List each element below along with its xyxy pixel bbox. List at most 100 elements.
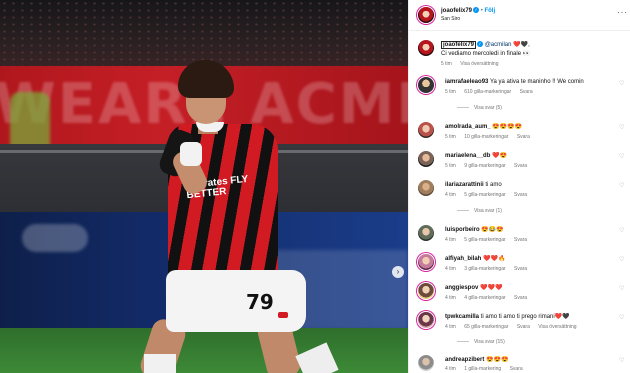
comment-username[interactable]: ilariazarattinii xyxy=(445,182,484,188)
caption-translation[interactable]: Visa översättning xyxy=(460,61,498,67)
comment-time[interactable]: 5 tim xyxy=(445,89,456,95)
comment-line: anggiespov ❤️❤️❤️ xyxy=(445,284,621,292)
post-header: joaofelix79 ✓ • Följ xyxy=(441,7,496,14)
header-divider xyxy=(409,30,630,31)
comment-likes[interactable]: 610 gilla-markeringar xyxy=(464,89,511,95)
caption-username[interactable]: joaofelix79 xyxy=(441,41,477,49)
comment-text: 😍😍😍😍 xyxy=(492,124,523,130)
comment-username[interactable]: mariaelena__db xyxy=(445,153,490,159)
reply-button[interactable]: Svara xyxy=(517,324,530,330)
comment-time[interactable]: 4 tim xyxy=(445,266,456,272)
comment-likes[interactable]: 10 gilla-markeringar xyxy=(464,134,508,140)
reply-button[interactable]: Svara xyxy=(514,266,527,272)
view-replies-button[interactable]: Visa svar (5) xyxy=(457,105,502,111)
comment-avatar[interactable] xyxy=(418,254,434,270)
comment-meta: 5 tim 9 gilla-markeringar Svara xyxy=(445,163,534,169)
comment-text: ❤️❤️🔥 xyxy=(483,256,506,262)
chevron-right-icon[interactable]: › xyxy=(392,266,404,278)
view-replies-button[interactable]: Visa svar (1) xyxy=(457,208,502,214)
comment-translation[interactable]: Visa översättning xyxy=(538,324,576,330)
caption-mention[interactable]: @acmilan xyxy=(485,42,512,48)
post-location[interactable]: San Siro xyxy=(441,16,460,22)
comment-line: luisporbeiro 😍😂😍 xyxy=(445,226,621,234)
heart-icon[interactable]: ♡ xyxy=(619,314,624,321)
comment-text: 😍😍😍 xyxy=(486,357,509,363)
comment-username[interactable]: tpwkcamilla xyxy=(445,314,479,320)
comment-time[interactable]: 4 tim xyxy=(445,366,456,372)
comment-text: ti amo ti amo ti prego rimani❤️🖤 xyxy=(480,314,570,320)
player-shorts xyxy=(166,270,306,332)
comment-line: mariaelena__db ❤️😍 xyxy=(445,152,621,160)
shorts-logo xyxy=(278,312,288,318)
comment-time[interactable]: 4 tim xyxy=(445,324,456,330)
comment-text: 😍😂😍 xyxy=(481,227,504,233)
comment-username[interactable]: anggiespov xyxy=(445,285,478,291)
heart-icon[interactable]: ♡ xyxy=(619,227,624,234)
reply-button[interactable]: Svara xyxy=(520,89,533,95)
comment-username[interactable]: luisporbeiro xyxy=(445,227,480,233)
comment-time[interactable]: 5 tim xyxy=(445,163,456,169)
ellipsis-icon[interactable]: ··· xyxy=(617,8,628,17)
comment-username[interactable]: alfiyah_bilah xyxy=(445,256,481,262)
player-left-sock xyxy=(144,354,176,373)
comment-line: iamrafaeleao93 Ya ya ativa te maninho !!… xyxy=(445,78,621,86)
comment-likes[interactable]: 9 gilla-markeringar xyxy=(464,163,505,169)
reply-button[interactable]: Svara xyxy=(514,163,527,169)
comment-text: ti amo xyxy=(485,182,502,188)
comment-avatar[interactable] xyxy=(418,312,434,328)
verified-badge-icon: ✓ xyxy=(473,7,480,14)
reply-button[interactable]: Svara xyxy=(514,192,527,198)
comment-line: tpwkcamilla ti amo ti amo ti prego riman… xyxy=(445,313,621,321)
comment-line: alfiyah_bilah ❤️❤️🔥 xyxy=(445,255,621,263)
caption-emoji: ❤️🖤, xyxy=(513,42,530,48)
heart-icon[interactable]: ♡ xyxy=(619,80,624,87)
caption-avatar[interactable] xyxy=(418,40,434,56)
comment-time[interactable]: 4 tim xyxy=(445,237,456,243)
comment-avatar[interactable] xyxy=(418,180,434,196)
comment-likes[interactable]: 65 gilla-markeringar xyxy=(464,324,508,330)
comment-likes[interactable]: 5 gilla-markeringar xyxy=(464,192,505,198)
heart-icon[interactable]: ♡ xyxy=(619,357,624,364)
heart-icon[interactable]: ♡ xyxy=(619,124,624,131)
comment-avatar[interactable] xyxy=(418,283,434,299)
reply-button[interactable]: Svara xyxy=(514,295,527,301)
comment-time[interactable]: 4 tim xyxy=(445,192,456,198)
caption-meta: 5 tim Visa översättning xyxy=(441,61,506,67)
author-avatar[interactable] xyxy=(418,7,434,23)
comment-likes[interactable]: 4 gilla-markeringar xyxy=(464,295,505,301)
player-right-sock xyxy=(295,342,339,373)
comment-likes[interactable]: 1 gilla-markering xyxy=(464,366,501,372)
comment-text: ❤️😍 xyxy=(492,153,507,159)
reply-button[interactable]: Svara xyxy=(514,237,527,243)
comment-time[interactable]: 4 tim xyxy=(445,295,456,301)
reply-button[interactable]: Svara xyxy=(517,134,530,140)
heart-icon[interactable]: ♡ xyxy=(619,256,624,263)
comment-avatar[interactable] xyxy=(418,225,434,241)
comment-avatar[interactable] xyxy=(418,355,434,371)
caption-line-1: joaofelix79 ✓ @acmilan ❤️🖤, xyxy=(441,41,617,49)
comment-likes[interactable]: 3 gilla-markeringar xyxy=(464,266,505,272)
view-replies-label[interactable]: Visa svar (15) xyxy=(474,339,505,345)
view-replies-button[interactable]: Visa svar (15) xyxy=(457,339,505,345)
caption-text: Ci vediamo mercoledi in finale 👀 xyxy=(441,51,531,57)
heart-icon[interactable]: ♡ xyxy=(619,182,624,189)
comment-username[interactable]: iamrafaeleao93 xyxy=(445,79,488,85)
heart-icon[interactable]: ♡ xyxy=(619,153,624,160)
comment-username[interactable]: amolrada_aum_ xyxy=(445,124,491,130)
reply-button[interactable]: Svara xyxy=(510,366,523,372)
comment-line: amolrada_aum_ 😍😍😍😍 xyxy=(445,123,621,131)
comment-username[interactable]: andreapzibert xyxy=(445,357,484,363)
comment-avatar[interactable] xyxy=(418,77,434,93)
comment-likes[interactable]: 5 gilla-markeringar xyxy=(464,237,505,243)
caption-time[interactable]: 5 tim xyxy=(441,61,452,67)
comment-time[interactable]: 5 tim xyxy=(445,134,456,140)
author-username[interactable]: joaofelix79 xyxy=(441,8,472,14)
view-replies-label[interactable]: Visa svar (5) xyxy=(474,105,502,111)
comment-avatar[interactable] xyxy=(418,122,434,138)
heart-icon[interactable]: ♡ xyxy=(619,285,624,292)
follow-button[interactable]: Följ xyxy=(484,8,495,14)
view-replies-label[interactable]: Visa svar (1) xyxy=(474,208,502,214)
comment-meta: 5 tim 10 gilla-markeringar Svara xyxy=(445,134,537,140)
shorts-number: 79 xyxy=(246,290,274,314)
comment-avatar[interactable] xyxy=(418,151,434,167)
